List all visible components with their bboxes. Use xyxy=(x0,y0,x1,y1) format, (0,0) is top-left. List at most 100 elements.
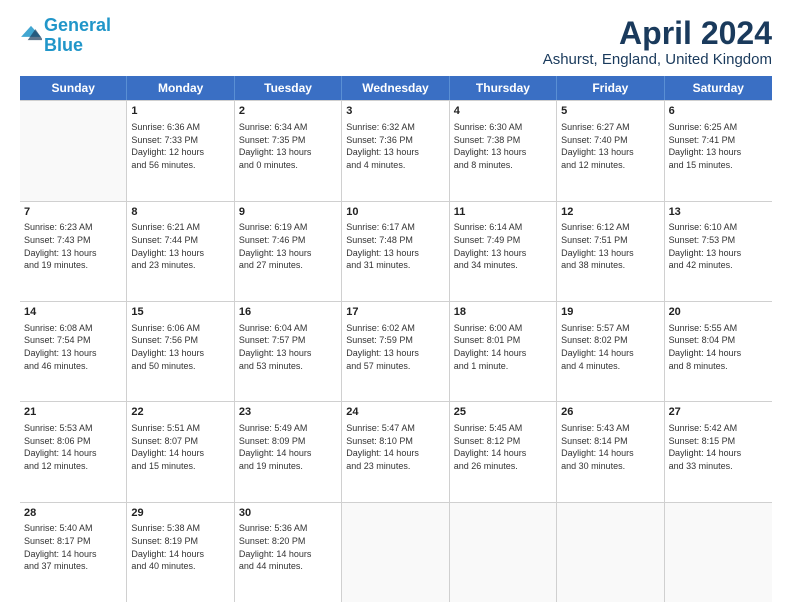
day-number: 6 xyxy=(669,104,768,119)
day-number: 12 xyxy=(561,205,659,220)
day-number: 26 xyxy=(561,405,659,420)
calendar-row: 7Sunrise: 6:23 AM Sunset: 7:43 PM Daylig… xyxy=(20,202,772,302)
weekday-header: Monday xyxy=(127,76,234,100)
calendar-cell: 29Sunrise: 5:38 AM Sunset: 8:19 PM Dayli… xyxy=(127,503,234,602)
weekday-header: Thursday xyxy=(450,76,557,100)
page: General Blue April 2024 Ashurst, England… xyxy=(0,0,792,612)
cell-content: Sunrise: 6:34 AM Sunset: 7:35 PM Dayligh… xyxy=(239,121,337,171)
cell-content: Sunrise: 6:10 AM Sunset: 7:53 PM Dayligh… xyxy=(669,221,768,271)
day-number: 16 xyxy=(239,305,337,320)
cell-content: Sunrise: 6:00 AM Sunset: 8:01 PM Dayligh… xyxy=(454,322,552,372)
calendar-cell xyxy=(342,503,449,602)
cell-content: Sunrise: 6:12 AM Sunset: 7:51 PM Dayligh… xyxy=(561,221,659,271)
day-number: 3 xyxy=(346,104,444,119)
calendar-cell: 13Sunrise: 6:10 AM Sunset: 7:53 PM Dayli… xyxy=(665,202,772,301)
day-number: 23 xyxy=(239,405,337,420)
day-number: 21 xyxy=(24,405,122,420)
day-number: 28 xyxy=(24,506,122,521)
day-number: 27 xyxy=(669,405,768,420)
cell-content: Sunrise: 6:04 AM Sunset: 7:57 PM Dayligh… xyxy=(239,322,337,372)
day-number: 18 xyxy=(454,305,552,320)
calendar-row: 21Sunrise: 5:53 AM Sunset: 8:06 PM Dayli… xyxy=(20,402,772,502)
calendar: SundayMondayTuesdayWednesdayThursdayFrid… xyxy=(20,76,772,602)
day-number: 7 xyxy=(24,205,122,220)
cell-content: Sunrise: 5:42 AM Sunset: 8:15 PM Dayligh… xyxy=(669,422,768,472)
cell-content: Sunrise: 5:43 AM Sunset: 8:14 PM Dayligh… xyxy=(561,422,659,472)
day-number: 25 xyxy=(454,405,552,420)
cell-content: Sunrise: 6:23 AM Sunset: 7:43 PM Dayligh… xyxy=(24,221,122,271)
cell-content: Sunrise: 5:45 AM Sunset: 8:12 PM Dayligh… xyxy=(454,422,552,472)
calendar-header: SundayMondayTuesdayWednesdayThursdayFrid… xyxy=(20,76,772,100)
calendar-cell: 8Sunrise: 6:21 AM Sunset: 7:44 PM Daylig… xyxy=(127,202,234,301)
cell-content: Sunrise: 5:47 AM Sunset: 8:10 PM Dayligh… xyxy=(346,422,444,472)
calendar-cell: 30Sunrise: 5:36 AM Sunset: 8:20 PM Dayli… xyxy=(235,503,342,602)
calendar-cell: 2Sunrise: 6:34 AM Sunset: 7:35 PM Daylig… xyxy=(235,101,342,200)
calendar-cell: 25 Sunrise: 5:45 AM Sunset: 8:12 PM Dayli… xyxy=(450,402,557,501)
calendar-cell: 12Sunrise: 6:12 AM Sunset: 7:51 PM Dayli… xyxy=(557,202,664,301)
day-number: 20 xyxy=(669,305,768,320)
cell-content: Sunrise: 6:19 AM Sunset: 7:46 PM Dayligh… xyxy=(239,221,337,271)
calendar-cell: 17 Sunrise: 6:02 AM Sunset: 7:59 PM Dayli… xyxy=(342,302,449,401)
calendar-row: 14Sunrise: 6:08 AM Sunset: 7:54 PM Dayli… xyxy=(20,302,772,402)
calendar-cell xyxy=(557,503,664,602)
cell-content: Sunrise: 5:40 AM Sunset: 8:17 PM Dayligh… xyxy=(24,522,122,572)
calendar-cell: 15 Sunrise: 6:06 AM Sunset: 7:56 PM Dayli… xyxy=(127,302,234,401)
weekday-header: Sunday xyxy=(20,76,127,100)
calendar-cell: 7Sunrise: 6:23 AM Sunset: 7:43 PM Daylig… xyxy=(20,202,127,301)
calendar-cell: 9Sunrise: 6:19 AM Sunset: 7:46 PM Daylig… xyxy=(235,202,342,301)
cell-content: Sunrise: 6:08 AM Sunset: 7:54 PM Dayligh… xyxy=(24,322,122,372)
day-number: 15 xyxy=(131,305,229,320)
cell-content: Sunrise: 6:21 AM Sunset: 7:44 PM Dayligh… xyxy=(131,221,229,271)
calendar-cell: 14Sunrise: 6:08 AM Sunset: 7:54 PM Dayli… xyxy=(20,302,127,401)
calendar-cell xyxy=(20,101,127,200)
header: General Blue April 2024 Ashurst, England… xyxy=(20,16,772,68)
logo-icon xyxy=(20,22,42,44)
day-number: 4 xyxy=(454,104,552,119)
day-number: 24 xyxy=(346,405,444,420)
day-number: 1 xyxy=(131,104,229,119)
cell-content: Sunrise: 6:36 AM Sunset: 7:33 PM Dayligh… xyxy=(131,121,229,171)
cell-content: Sunrise: 5:49 AM Sunset: 8:09 PM Dayligh… xyxy=(239,422,337,472)
weekday-header: Saturday xyxy=(665,76,772,100)
month-title: April 2024 xyxy=(543,16,772,51)
weekday-header: Wednesday xyxy=(342,76,449,100)
calendar-row: 1 Sunrise: 6:36 AM Sunset: 7:33 PM Daylig… xyxy=(20,100,772,201)
cell-content: Sunrise: 5:38 AM Sunset: 8:19 PM Dayligh… xyxy=(131,522,229,572)
cell-content: Sunrise: 6:06 AM Sunset: 7:56 PM Dayligh… xyxy=(131,322,229,372)
calendar-cell: 4 Sunrise: 6:30 AM Sunset: 7:38 PM Daylig… xyxy=(450,101,557,200)
cell-content: Sunrise: 5:57 AM Sunset: 8:02 PM Dayligh… xyxy=(561,322,659,372)
day-number: 22 xyxy=(131,405,229,420)
calendar-cell: 28Sunrise: 5:40 AM Sunset: 8:17 PM Dayli… xyxy=(20,503,127,602)
calendar-cell: 1 Sunrise: 6:36 AM Sunset: 7:33 PM Daylig… xyxy=(127,101,234,200)
day-number: 9 xyxy=(239,205,337,220)
calendar-cell: 10Sunrise: 6:17 AM Sunset: 7:48 PM Dayli… xyxy=(342,202,449,301)
calendar-cell xyxy=(665,503,772,602)
calendar-cell: 23 Sunrise: 5:49 AM Sunset: 8:09 PM Dayli… xyxy=(235,402,342,501)
calendar-cell: 5Sunrise: 6:27 AM Sunset: 7:40 PM Daylig… xyxy=(557,101,664,200)
title-block: April 2024 Ashurst, England, United King… xyxy=(543,16,772,68)
weekday-header: Tuesday xyxy=(235,76,342,100)
cell-content: Sunrise: 5:51 AM Sunset: 8:07 PM Dayligh… xyxy=(131,422,229,472)
day-number: 29 xyxy=(131,506,229,521)
calendar-cell: 22 Sunrise: 5:51 AM Sunset: 8:07 PM Dayli… xyxy=(127,402,234,501)
calendar-cell: 3Sunrise: 6:32 AM Sunset: 7:36 PM Daylig… xyxy=(342,101,449,200)
calendar-cell: 6Sunrise: 6:25 AM Sunset: 7:41 PM Daylig… xyxy=(665,101,772,200)
cell-content: Sunrise: 6:14 AM Sunset: 7:49 PM Dayligh… xyxy=(454,221,552,271)
day-number: 17 xyxy=(346,305,444,320)
logo: General Blue xyxy=(20,16,111,56)
cell-content: Sunrise: 5:36 AM Sunset: 8:20 PM Dayligh… xyxy=(239,522,337,572)
calendar-body: 1 Sunrise: 6:36 AM Sunset: 7:33 PM Daylig… xyxy=(20,100,772,602)
day-number: 8 xyxy=(131,205,229,220)
cell-content: Sunrise: 6:30 AM Sunset: 7:38 PM Dayligh… xyxy=(454,121,552,171)
calendar-cell: 20 Sunrise: 5:55 AM Sunset: 8:04 PM Dayli… xyxy=(665,302,772,401)
logo-text: General Blue xyxy=(44,16,111,56)
day-number: 5 xyxy=(561,104,659,119)
calendar-cell: 16 Sunrise: 6:04 AM Sunset: 7:57 PM Dayli… xyxy=(235,302,342,401)
day-number: 30 xyxy=(239,506,337,521)
cell-content: Sunrise: 6:17 AM Sunset: 7:48 PM Dayligh… xyxy=(346,221,444,271)
day-number: 10 xyxy=(346,205,444,220)
calendar-cell: 19Sunrise: 5:57 AM Sunset: 8:02 PM Dayli… xyxy=(557,302,664,401)
cell-content: Sunrise: 6:02 AM Sunset: 7:59 PM Dayligh… xyxy=(346,322,444,372)
cell-content: Sunrise: 5:55 AM Sunset: 8:04 PM Dayligh… xyxy=(669,322,768,372)
calendar-cell: 24 Sunrise: 5:47 AM Sunset: 8:10 PM Dayli… xyxy=(342,402,449,501)
